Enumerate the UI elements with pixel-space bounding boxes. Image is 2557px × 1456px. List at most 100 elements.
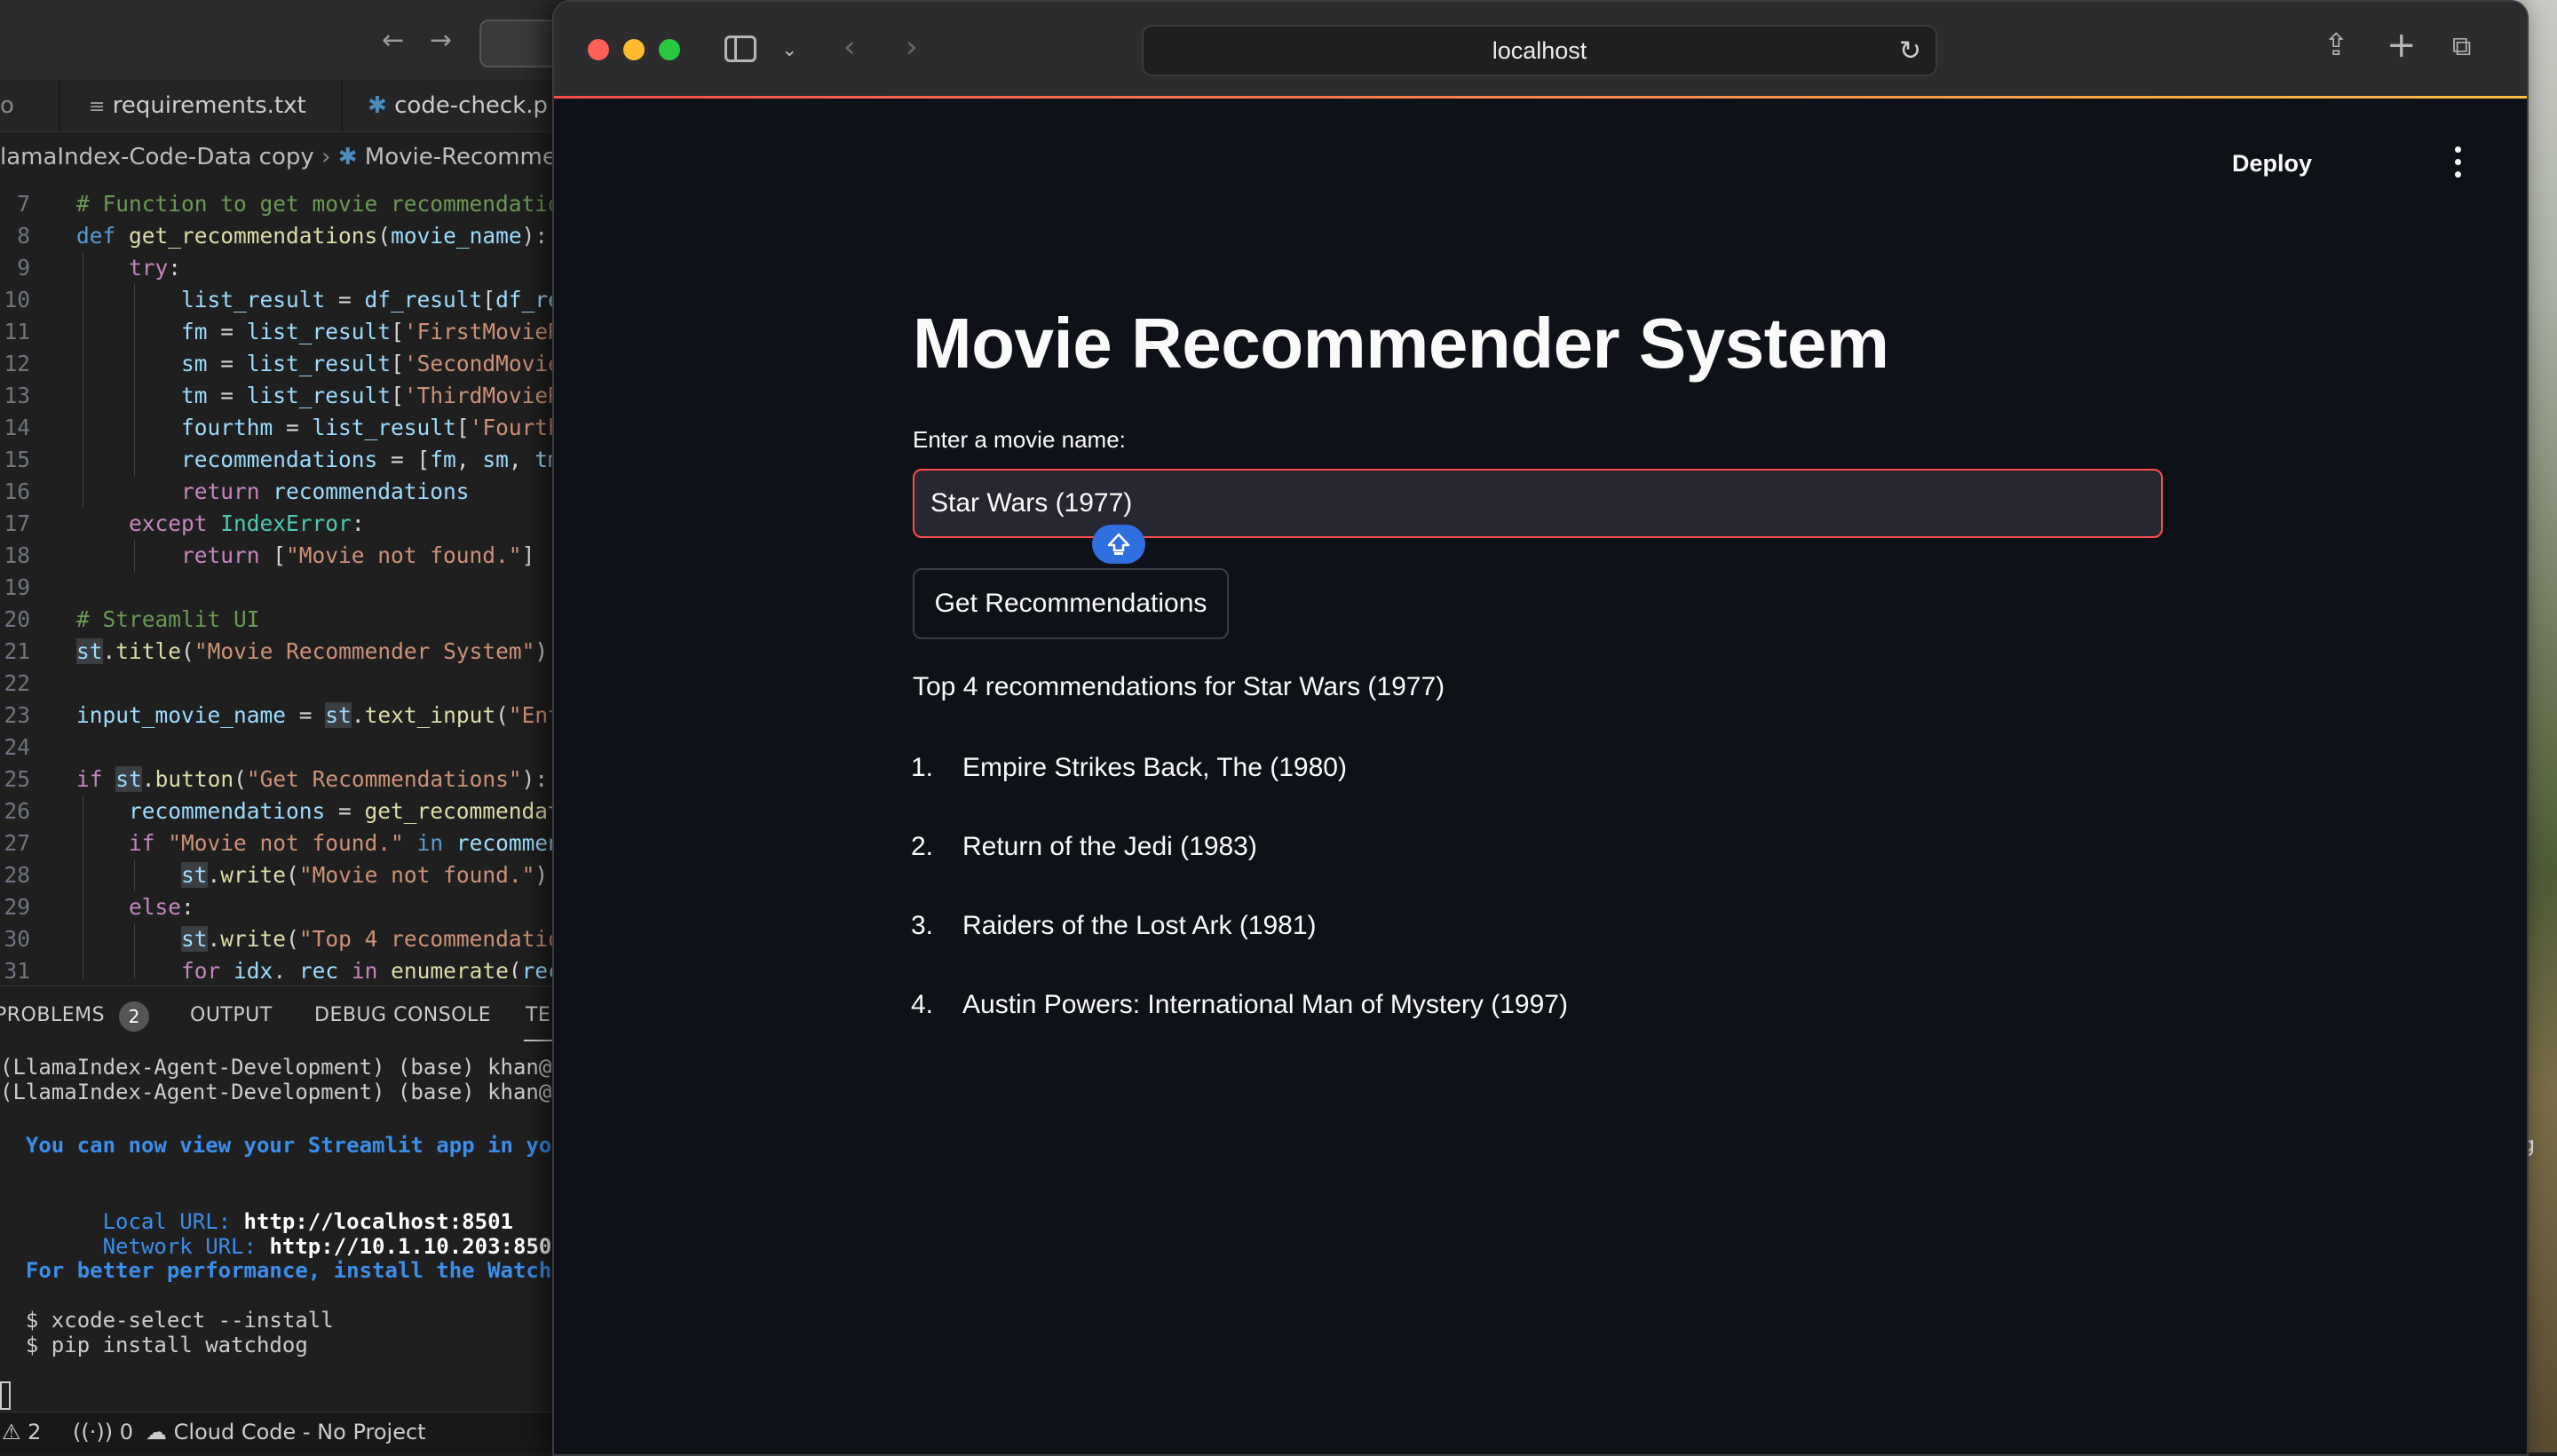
movie-input-label: Enter a movie name: xyxy=(913,426,1126,453)
line-number: 19 xyxy=(4,574,30,600)
caps-lock-icon xyxy=(1107,533,1130,555)
line-number: 29 xyxy=(4,894,30,920)
tab-partial[interactable]: o xyxy=(0,80,14,131)
terminal-streamlit-message: You can now view your Streamlit app in y… xyxy=(0,1133,568,1158)
warnings-status[interactable]: ⚠ 2 xyxy=(2,1420,41,1444)
code-text: def get_recommendations(movie_name): xyxy=(76,223,549,249)
new-tab-icon[interactable]: + xyxy=(2387,28,2417,63)
tab-code-check-label: code-check.p xyxy=(394,92,549,119)
back-arrow-icon[interactable]: ← xyxy=(382,25,404,56)
terminal[interactable]: (LlamaIndex-Agent-Development) (base) kh… xyxy=(0,1048,568,1403)
code-text: sm = list_result['SecondMovie xyxy=(181,351,561,376)
back-icon[interactable]: ‹ xyxy=(843,32,856,62)
tab-separator xyxy=(341,80,343,131)
results-heading: Top 4 recommendations for Star Wars (197… xyxy=(913,672,1445,701)
code-editor[interactable]: 7 # Function to get movie recommendatio 8 d… xyxy=(0,188,568,978)
zoom-window-button[interactable] xyxy=(659,39,680,60)
code-line: 22 xyxy=(0,668,568,700)
tab-terminal[interactable]: TE xyxy=(526,1004,550,1026)
address-bar[interactable]: localhost ↻ xyxy=(1142,25,1937,76)
share-icon[interactable]: ⇪ xyxy=(2323,30,2349,60)
code-line: 26 recommendations = get_recommendat xyxy=(0,795,568,827)
code-text: # Streamlit UI xyxy=(76,606,260,632)
list-item-title: Return of the Jedi (1983) xyxy=(962,832,1257,861)
line-number: 9 xyxy=(17,255,30,281)
tab-separator xyxy=(59,80,60,131)
line-number: 31 xyxy=(4,958,30,978)
list-item: 2. Return of the Jedi (1983) xyxy=(911,832,1257,862)
cloud-icon: ☁ xyxy=(146,1420,167,1444)
tab-overview-icon[interactable]: ⧉ xyxy=(2452,32,2471,62)
code-line: 29 else: xyxy=(0,891,568,923)
status-bar: ⚠ 2 ((·)) 0 ☁ Cloud Code - No Project xyxy=(0,1412,568,1452)
terminal-line: (LlamaIndex-Agent-Development) (base) kh… xyxy=(0,1055,568,1080)
list-item: 3. Raiders of the Lost Ark (1981) xyxy=(911,911,1317,941)
browser-toolbar: ⌄ ‹ › localhost ↻ ⇪ + ⧉ xyxy=(554,2,2527,98)
terminal-watchdog-message: For better performance, install the Watc… xyxy=(0,1258,568,1283)
menu-dot xyxy=(2455,146,2461,153)
terminal-local-url-line: Local URL: http://localhost:8501 xyxy=(0,1182,513,1234)
breadcrumb-folder[interactable]: lamaIndex-Code-Data copy xyxy=(0,144,314,170)
tab-requirements[interactable]: ≡ requirements.txt xyxy=(89,80,306,131)
line-number: 18 xyxy=(4,542,30,568)
tab-problems[interactable]: PROBLEMS xyxy=(0,1004,105,1026)
python-file-icon: ✱ xyxy=(368,92,387,119)
code-line: 20 # Streamlit UI xyxy=(0,604,568,636)
breadcrumb-file[interactable]: Movie-Recommer xyxy=(365,144,566,170)
code-text: if "Movie not found." in recommen xyxy=(129,830,561,856)
line-number: 26 xyxy=(4,798,30,824)
terminal-line: (LlamaIndex-Agent-Development) (base) kh… xyxy=(0,1080,568,1104)
close-window-button[interactable] xyxy=(588,39,609,60)
list-item-number: 1. xyxy=(911,753,934,782)
line-number: 28 xyxy=(4,862,30,888)
vscode-window: ← → o ≡ requirements.txt ✱ code-check.p … xyxy=(0,0,568,1452)
reload-icon[interactable]: ↻ xyxy=(1899,36,1921,67)
line-number: 24 xyxy=(4,734,30,760)
line-number: 30 xyxy=(4,926,30,952)
line-number: 27 xyxy=(4,830,30,856)
line-number: 11 xyxy=(4,319,30,344)
code-line: 23 input_movie_name = st.text_input("Ent xyxy=(0,700,568,732)
terminal-cursor xyxy=(0,1381,11,1410)
minimize-window-button[interactable] xyxy=(623,39,645,60)
list-item-title: Empire Strikes Back, The (1980) xyxy=(962,753,1347,782)
main-menu-icon[interactable] xyxy=(2449,145,2466,180)
code-text: for idx, rec in enumerate(rec xyxy=(181,958,561,978)
ports-status[interactable]: ((·)) 0 xyxy=(73,1420,133,1444)
deploy-button[interactable]: Deploy xyxy=(2223,145,2321,183)
forward-arrow-icon[interactable]: → xyxy=(430,25,452,56)
safari-window: ⌄ ‹ › localhost ↻ ⇪ + ⧉ Deploy Movie Rec… xyxy=(552,0,2529,1456)
tab-debug-console[interactable]: DEBUG CONSOLE xyxy=(314,1004,491,1026)
line-number: 13 xyxy=(4,383,30,408)
chevron-down-icon[interactable]: ⌄ xyxy=(781,36,797,66)
code-line: 9 try: xyxy=(0,252,568,284)
breadcrumb: lamaIndex-Code-Data copy › ✱ Movie-Recom… xyxy=(0,135,566,179)
code-line: 18 return ["Movie not found."] xyxy=(0,540,568,572)
editor-tabs: o ≡ requirements.txt ✱ code-check.p xyxy=(0,80,568,132)
text-file-icon: ≡ xyxy=(89,96,106,118)
code-text: recommendations = [fm, sm, tm xyxy=(181,447,561,472)
forward-icon[interactable]: › xyxy=(906,32,918,62)
code-text: list_result = df_result[df_re xyxy=(181,287,561,313)
list-item-title: Austin Powers: International Man of Myst… xyxy=(962,990,1568,1019)
code-line: 15 recommendations = [fm, sm, tm xyxy=(0,444,568,476)
get-recommendations-button[interactable]: Get Recommendations xyxy=(913,568,1229,639)
network-url[interactable]: http://10.1.10.203:8501 xyxy=(269,1234,564,1259)
code-text: tm = list_result['ThirdMovieR xyxy=(181,383,561,408)
cloud-code-status[interactable]: ☁ Cloud Code - No Project xyxy=(146,1420,426,1444)
code-line: 31 for idx, rec in enumerate(rec xyxy=(0,955,568,978)
tab-code-check[interactable]: ✱ code-check.p xyxy=(368,80,548,131)
code-line: 30 st.write("Top 4 recommendatio xyxy=(0,923,568,955)
code-text: fm = list_result['FirstMovieR xyxy=(181,319,561,344)
code-line: 17 except IndexError: xyxy=(0,508,568,540)
code-line: 13 tm = list_result['ThirdMovieR xyxy=(0,380,568,412)
line-number: 16 xyxy=(4,479,30,504)
code-line: 10 list_result = df_result[df_re xyxy=(0,284,568,316)
terminal-network-url-line: Network URL: http://10.1.10.203:8501 xyxy=(0,1207,565,1259)
streamlit-app: Deploy Movie Recommender System Enter a … xyxy=(554,99,2527,1454)
code-line: 14 fourthm = list_result['Fourth xyxy=(0,412,568,444)
tab-output[interactable]: OUTPUT xyxy=(190,1004,273,1026)
line-number: 25 xyxy=(4,766,30,792)
terminal-command: $ xcode-select --install xyxy=(0,1308,334,1333)
sidebar-toggle-icon[interactable] xyxy=(724,36,756,62)
